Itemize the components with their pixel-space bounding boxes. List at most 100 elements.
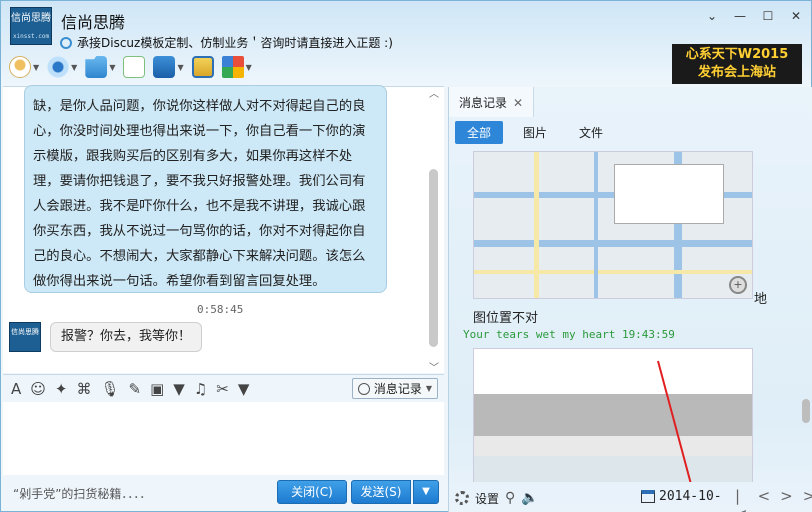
voice-call-button[interactable]: ▼	[9, 56, 39, 78]
message-history-label: 消息记录	[373, 382, 422, 396]
scroll-thumb[interactable]	[429, 169, 438, 347]
history-navigation: |< < > >|	[735, 487, 812, 512]
magic-icon[interactable]: ✦	[55, 380, 68, 398]
edit-icon[interactable]: ✎	[129, 380, 142, 398]
clock-icon	[357, 382, 370, 395]
send-options-button[interactable]: ▼	[413, 480, 439, 504]
scissors-icon[interactable]: ✂	[216, 380, 229, 398]
font-icon[interactable]: A	[11, 380, 21, 398]
video-call-button[interactable]: ▼	[47, 56, 77, 78]
scroll-thumb[interactable]	[802, 399, 810, 423]
filter-all[interactable]: 全部	[455, 121, 504, 144]
sender-timestamp: Your tears wet my heart 19:43:59	[463, 328, 675, 341]
reply-avatar[interactable]: 信尚思腾	[9, 322, 41, 352]
message-area: 缺，是你人品问题，你说你这样做人对不对得起自己的良心，你没时间处理也得出来说一下…	[3, 85, 444, 373]
chevron-down-icon[interactable]: ▼	[71, 63, 77, 72]
ad-banner-line2: 发布会上海站	[697, 65, 776, 80]
prev-page-icon[interactable]: <	[758, 487, 771, 512]
map-caption-tail: 地	[754, 292, 768, 307]
message-history-button[interactable]: 消息记录 ▼	[351, 378, 438, 399]
chevron-down-icon[interactable]: ▼	[173, 380, 185, 398]
apps-button[interactable]: ▼	[221, 56, 252, 78]
message-input[interactable]	[3, 402, 444, 475]
map-popup	[614, 164, 724, 224]
avatar-label: 信尚思腾	[11, 13, 51, 24]
screenshot-map	[474, 456, 752, 482]
filter-files[interactable]: 文件	[567, 121, 615, 144]
remote-desktop-button[interactable]: ▼	[153, 56, 184, 78]
reply-bubble: 报警？你去，我等你！	[50, 322, 203, 352]
history-list: + 地 图位置不对 Your tears wet my heart 19:43:…	[449, 149, 800, 482]
send-button[interactable]: 发送(S)	[351, 480, 411, 504]
screenshot-nav	[474, 371, 752, 389]
screen-share-icon	[191, 56, 214, 78]
editor-toolbar: A ☺ ✦ ⌘ 🎙 ✎ ▣ ▼ ♫ ✂ ▼ 消息记录 ▼	[3, 374, 444, 402]
message-scrollbar[interactable]: ︿ ﹀	[428, 85, 440, 375]
history-scrollbar[interactable]	[801, 149, 811, 482]
voice-message-icon[interactable]: 🎙	[100, 380, 119, 398]
shake-icon[interactable]: ⌘	[76, 380, 91, 398]
scroll-down-icon[interactable]: ﹀	[428, 359, 440, 374]
main-toolbar: ▼ ▼ ▼ ▼ ▼	[9, 56, 252, 78]
history-bottom-bar: 设置 ⚲ 🔈 2014-10- |< < > >|	[449, 485, 812, 512]
avatar-sub-label: xinsst.com	[12, 33, 50, 40]
maximize-icon[interactable]: ☐	[761, 9, 775, 23]
file-transfer-button[interactable]: ▼	[85, 56, 115, 78]
map-image[interactable]	[473, 151, 753, 299]
chevron-down-icon[interactable]: ▼	[177, 63, 183, 72]
zoom-in-icon[interactable]: +	[729, 276, 747, 294]
search-icon[interactable]: ⚲	[505, 490, 515, 506]
last-page-icon[interactable]: >|	[803, 487, 812, 512]
chevron-down-icon[interactable]: ▼	[246, 63, 252, 72]
chevron-down-icon[interactable]: ▼	[33, 63, 39, 72]
speaker-icon[interactable]: 🔈	[521, 490, 538, 506]
image-icon[interactable]: ▣	[150, 380, 164, 398]
scroll-up-icon[interactable]: ︿	[428, 85, 440, 100]
music-icon[interactable]: ♫	[194, 380, 207, 398]
filter-images[interactable]: 图片	[511, 121, 559, 144]
emoji-icon[interactable]: ☺	[30, 380, 46, 398]
app-add-button[interactable]	[123, 56, 146, 78]
message-time: 0:58:45	[197, 303, 244, 316]
expand-icon[interactable]: ⌄	[705, 9, 719, 23]
mic-icon	[9, 56, 31, 78]
screen-share-button[interactable]	[191, 56, 214, 78]
app-add-icon	[123, 56, 146, 78]
tab-message-history[interactable]: 消息记录 ✕	[449, 87, 535, 117]
close-button[interactable]: 关闭(C)	[277, 480, 347, 504]
tab-label: 消息记录	[459, 96, 508, 110]
camera-icon	[47, 56, 70, 78]
next-page-icon[interactable]: >	[780, 487, 793, 512]
settings-label[interactable]: 设置	[475, 490, 499, 507]
ad-banner[interactable]: 心系天下W2015 发布会上海站	[672, 44, 802, 84]
signature-text: 承接Discuz模板定制、仿制业务＇咨询时请直接进入正题 :)	[77, 36, 393, 50]
first-page-icon[interactable]: |<	[735, 487, 748, 512]
contact-avatar[interactable]: 信尚思腾 xinsst.com	[10, 7, 52, 45]
close-icon[interactable]: ✕	[789, 9, 803, 23]
chevron-down-icon: ▼	[425, 384, 432, 393]
map-caption: 图位置不对	[473, 311, 539, 326]
message-bubble: 缺，是你人品问题，你说你这样做人对不对得起自己的良心，你没时间处理也得出来说一下…	[24, 85, 387, 293]
chevron-down-icon[interactable]: ▼	[109, 63, 115, 72]
message-input-area	[3, 402, 444, 475]
ad-text-link[interactable]: “剁手党”的扫货秘籍．．．．	[13, 485, 151, 502]
website-screenshot-image[interactable]	[473, 348, 753, 482]
date-field[interactable]: 2014-10-	[641, 489, 722, 504]
bottom-bar: “剁手党”的扫货秘籍．．．． 关闭(C) 发送(S) ▼	[3, 475, 446, 511]
chevron-down-icon: ▼	[422, 486, 430, 497]
contact-name[interactable]: 信尚思腾	[61, 9, 125, 33]
contact-signature: 承接Discuz模板定制、仿制业务＇咨询时请直接进入正题 :)	[60, 34, 393, 51]
gear-icon[interactable]	[455, 491, 469, 505]
calendar-icon	[641, 490, 655, 503]
chat-window: 信尚思腾 xinsst.com 信尚思腾 承接Discuz模板定制、仿制业务＇咨…	[0, 0, 812, 512]
close-icon[interactable]: ✕	[513, 96, 523, 110]
screenshot-bar	[474, 436, 752, 456]
screenshot-banner	[474, 394, 752, 436]
window-controls: ⌄ — ☐ ✕	[705, 9, 803, 23]
chevron-down-icon[interactable]: ▼	[238, 380, 250, 398]
file-transfer-icon	[85, 56, 108, 78]
signature-icon	[60, 36, 72, 49]
history-filters: 全部 图片 文件	[455, 121, 615, 144]
minimize-icon[interactable]: —	[733, 9, 747, 23]
date-value: 2014-10-	[659, 489, 722, 504]
